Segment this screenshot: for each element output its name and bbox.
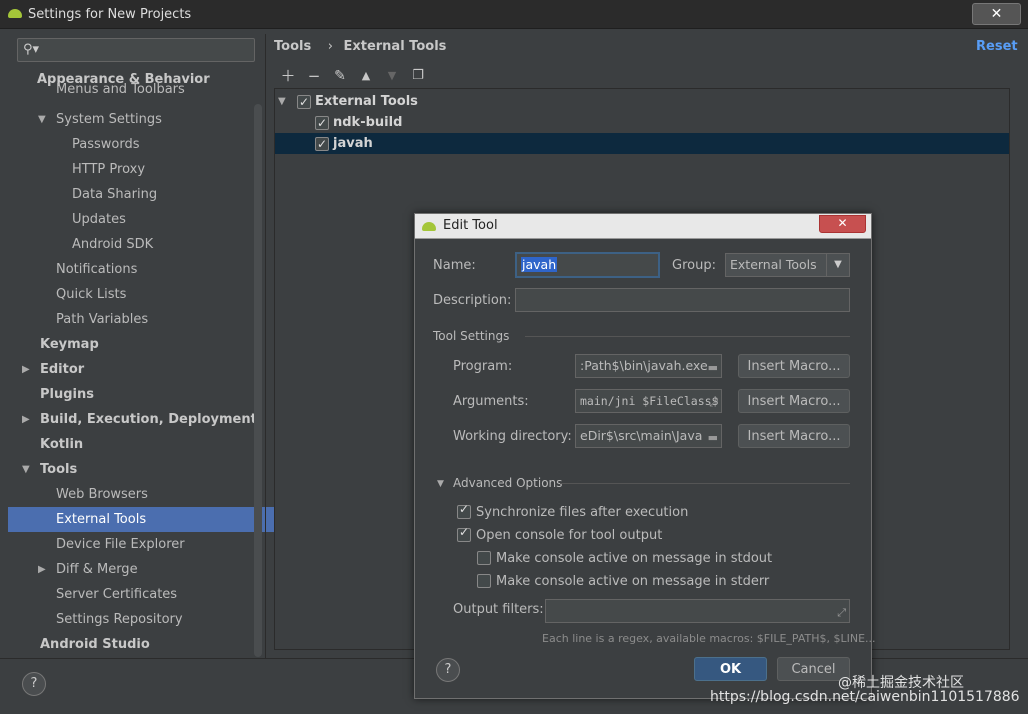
working-directory-value: eDir$\src\main\Java <box>580 428 703 443</box>
group-label: Group: <box>672 258 716 273</box>
javah-checkbox[interactable] <box>315 134 329 155</box>
sidebar-item-system-settings[interactable]: ▼ System Settings <box>8 107 262 132</box>
sidebar-item-label: Build, Execution, Deployment <box>40 412 257 427</box>
working-directory-field[interactable]: eDir$\src\main\Java ▬ <box>575 424 722 448</box>
output-filters-field[interactable]: ⤢ <box>545 599 850 623</box>
expand-icon[interactable]: ⤢ <box>837 602 846 622</box>
window-title: Settings for New Projects <box>28 7 192 22</box>
program-field[interactable]: :Path$\bin\javah.exe ▬ <box>575 354 722 378</box>
edit-icon[interactable]: ✎ <box>330 66 350 86</box>
dialog-titlebar: Edit Tool ✕ <box>415 214 871 239</box>
tool-settings-heading: Tool Settings <box>433 329 510 343</box>
watermark-line2: https://blog.csdn.net/caiwenbin110151788… <box>710 689 1020 705</box>
folder-icon[interactable]: ▬ <box>708 427 718 447</box>
move-up-icon[interactable]: ▲ <box>356 66 376 86</box>
output-filters-label: Output filters: <box>453 602 544 617</box>
add-icon[interactable]: ＋ <box>278 66 298 86</box>
output-filters-hint: Each line is a regex, available macros: … <box>542 632 876 645</box>
program-insert-macro-button[interactable]: Insert Macro... <box>738 354 850 378</box>
arguments-label: Arguments: <box>453 394 529 409</box>
name-label: Name: <box>433 258 476 273</box>
breadcrumb-parent[interactable]: Tools <box>274 39 311 54</box>
dialog-close-button[interactable]: ✕ <box>819 215 866 233</box>
chevron-down-icon[interactable]: ▼ <box>826 254 849 276</box>
sidebar-item-label: Diff & Merge <box>56 562 138 577</box>
folder-icon[interactable]: ▬ <box>708 357 718 377</box>
sidebar-item-diff-merge[interactable]: ▶ Diff & Merge <box>8 557 262 582</box>
chevron-down-icon[interactable]: ▼ <box>278 91 286 112</box>
sync-files-label: Synchronize files after execution <box>476 505 689 520</box>
advanced-options-heading[interactable]: Advanced Options <box>453 476 562 490</box>
help-button[interactable]: ? <box>22 672 46 696</box>
sidebar-scrollbar[interactable] <box>254 104 262 657</box>
open-console-label: Open console for tool output <box>476 528 663 543</box>
description-label: Description: <box>433 293 512 308</box>
tree-item-label: ndk-build <box>333 115 403 130</box>
chevron-right-icon[interactable]: ▶ <box>22 357 30 382</box>
sidebar-item-label: System Settings <box>56 112 162 127</box>
open-console-checkbox[interactable] <box>457 525 471 542</box>
sidebar-item-plugins[interactable]: Plugins <box>8 382 294 407</box>
dialog-title: Edit Tool <box>443 218 498 233</box>
group-select-value: External Tools <box>730 257 817 272</box>
sidebar-item-keymap[interactable]: Keymap <box>8 332 294 357</box>
active-stdout-checkbox[interactable] <box>477 551 491 565</box>
arguments-insert-macro-button[interactable]: Insert Macro... <box>738 389 850 413</box>
workdir-insert-macro-button[interactable]: Insert Macro... <box>738 424 850 448</box>
tree-item-javah[interactable]: javah <box>275 133 1009 155</box>
breadcrumb-current: External Tools <box>343 39 447 54</box>
active-stderr-checkbox[interactable] <box>477 574 491 588</box>
program-label: Program: <box>453 359 513 374</box>
copy-icon[interactable]: ❐ <box>408 66 428 86</box>
sidebar-item-android-studio[interactable]: Android Studio <box>8 632 294 657</box>
working-directory-label: Working directory: <box>453 429 572 444</box>
breadcrumb-separator: › <box>327 39 333 54</box>
name-value: javah <box>521 257 558 272</box>
external-tools-checkbox[interactable] <box>297 92 311 113</box>
name-field[interactable]: javah <box>515 252 660 278</box>
ok-button[interactable]: OK <box>694 657 767 681</box>
ndk-build-checkbox[interactable] <box>315 113 329 134</box>
chevron-down-icon[interactable]: ▼ <box>22 457 30 482</box>
arguments-field[interactable]: main/jni $FileClass$ ⤢ <box>575 389 722 413</box>
active-stderr-label: Make console active on message in stderr <box>496 574 770 589</box>
breadcrumb: Tools › External Tools <box>274 39 452 54</box>
sidebar-item-editor[interactable]: ▶ Editor <box>8 357 262 382</box>
tree-group-external-tools[interactable]: ▼ External Tools <box>275 91 1009 113</box>
settings-sidebar: ⚲▾ Appearance & Behavior Menus and Toolb… <box>8 34 310 658</box>
search-input[interactable]: ⚲▾ <box>17 38 255 62</box>
separator <box>560 483 850 484</box>
tree-group-label: External Tools <box>315 94 418 109</box>
window-close-button[interactable]: ✕ <box>972 3 1021 25</box>
search-icon: ⚲▾ <box>23 42 40 57</box>
separator <box>525 336 850 337</box>
sidebar-item-label: Editor <box>40 362 85 377</box>
tree-item-label: javah <box>333 136 373 151</box>
chevron-down-icon[interactable]: ▼ <box>38 107 46 132</box>
description-field[interactable] <box>515 288 850 312</box>
sidebar-item-label: Tools <box>40 462 78 477</box>
window-titlebar: Settings for New Projects ✕ <box>0 0 1028 29</box>
reset-link[interactable]: Reset <box>976 39 1018 54</box>
move-down-icon[interactable]: ▼ <box>382 66 402 86</box>
remove-icon[interactable]: − <box>304 66 324 86</box>
program-value: :Path$\bin\javah.exe <box>580 358 708 373</box>
edit-tool-dialog: Edit Tool ✕ Name: javah Group: External … <box>414 213 876 699</box>
active-stdout-label: Make console active on message in stdout <box>496 551 773 566</box>
sidebar-item-kotlin[interactable]: Kotlin <box>8 432 294 457</box>
expand-icon[interactable]: ⤢ <box>709 392 718 412</box>
tree-item-ndk-build[interactable]: ndk-build <box>275 112 1009 134</box>
sidebar-item-build-execution-deployment[interactable]: ▶ Build, Execution, Deployment <box>8 407 262 432</box>
sidebar-item-tools[interactable]: ▼ Tools <box>8 457 262 482</box>
chevron-right-icon[interactable]: ▶ <box>22 407 30 432</box>
dialog-help-button[interactable]: ? <box>436 658 460 682</box>
chevron-down-icon[interactable]: ▼ <box>437 479 444 489</box>
android-studio-icon <box>8 9 22 18</box>
group-select[interactable]: External Tools ▼ <box>725 253 850 277</box>
sync-files-checkbox[interactable] <box>457 502 471 519</box>
chevron-right-icon[interactable]: ▶ <box>38 557 46 582</box>
android-studio-icon <box>422 222 436 231</box>
arguments-value: main/jni $FileClass$ <box>580 394 719 408</box>
